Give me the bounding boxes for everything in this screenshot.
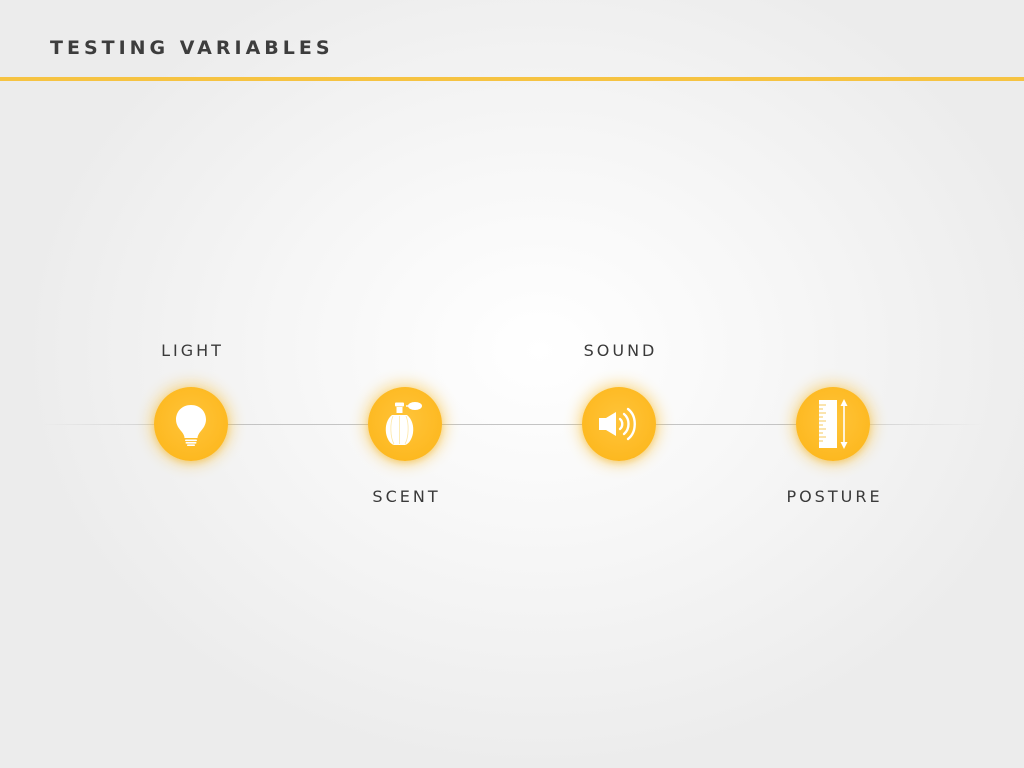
lightbulb-icon[interactable] xyxy=(154,387,228,461)
variable-light: LIGHT xyxy=(91,0,291,768)
variable-label-sound: SOUND xyxy=(583,341,658,360)
variable-sound: SOUND xyxy=(519,0,719,768)
variable-posture: POSTURE xyxy=(733,0,933,768)
speaker-icon[interactable] xyxy=(582,387,656,461)
perfume-bottle-icon[interactable] xyxy=(368,387,442,461)
variable-label-scent: SCENT xyxy=(372,487,441,506)
ruler-height-icon[interactable] xyxy=(796,387,870,461)
variable-scent: SCENT xyxy=(305,0,505,768)
variable-label-posture: POSTURE xyxy=(786,487,883,506)
variable-label-light: LIGHT xyxy=(161,341,224,360)
